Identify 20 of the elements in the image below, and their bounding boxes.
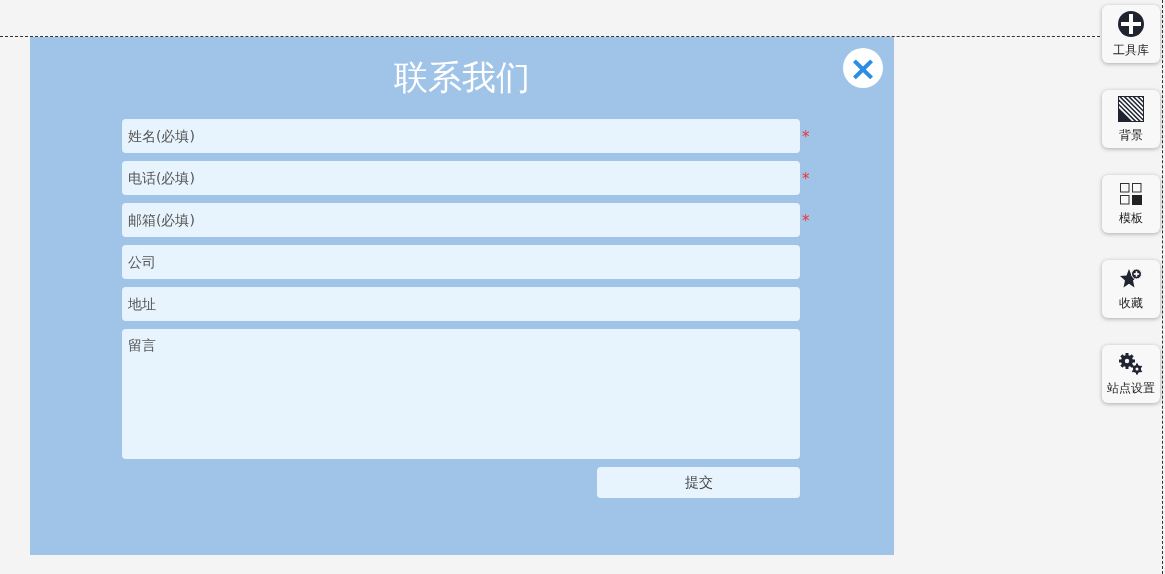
toolbar-button[interactable]: 收藏	[1102, 260, 1160, 318]
toolbar-button[interactable]: 背景	[1102, 90, 1160, 148]
submit-button[interactable]: 提交	[597, 467, 800, 498]
input-field[interactable]: 姓名(必填)	[122, 119, 800, 153]
input-field[interactable]: 公司	[122, 245, 800, 279]
toolbar-button[interactable]: 模板	[1102, 175, 1160, 233]
toolbar-button[interactable]: 站点设置	[1102, 345, 1160, 403]
input-field[interactable]: 电话(必填)	[122, 161, 800, 195]
settings-icon	[1118, 351, 1144, 376]
toolbar-button[interactable]: 工具库	[1102, 5, 1160, 63]
input-field[interactable]: 地址	[122, 287, 800, 321]
required-mark: *	[802, 127, 810, 146]
plus-icon	[1117, 9, 1145, 38]
dialog-title: 联系我们	[394, 56, 530, 99]
input-field[interactable]: 邮箱(必填)	[122, 203, 800, 237]
grid-icon	[1119, 181, 1143, 206]
required-mark: *	[802, 211, 810, 230]
striped-square-icon	[1117, 94, 1145, 123]
message-field[interactable]: 留言	[122, 329, 800, 459]
required-mark: *	[802, 169, 810, 188]
